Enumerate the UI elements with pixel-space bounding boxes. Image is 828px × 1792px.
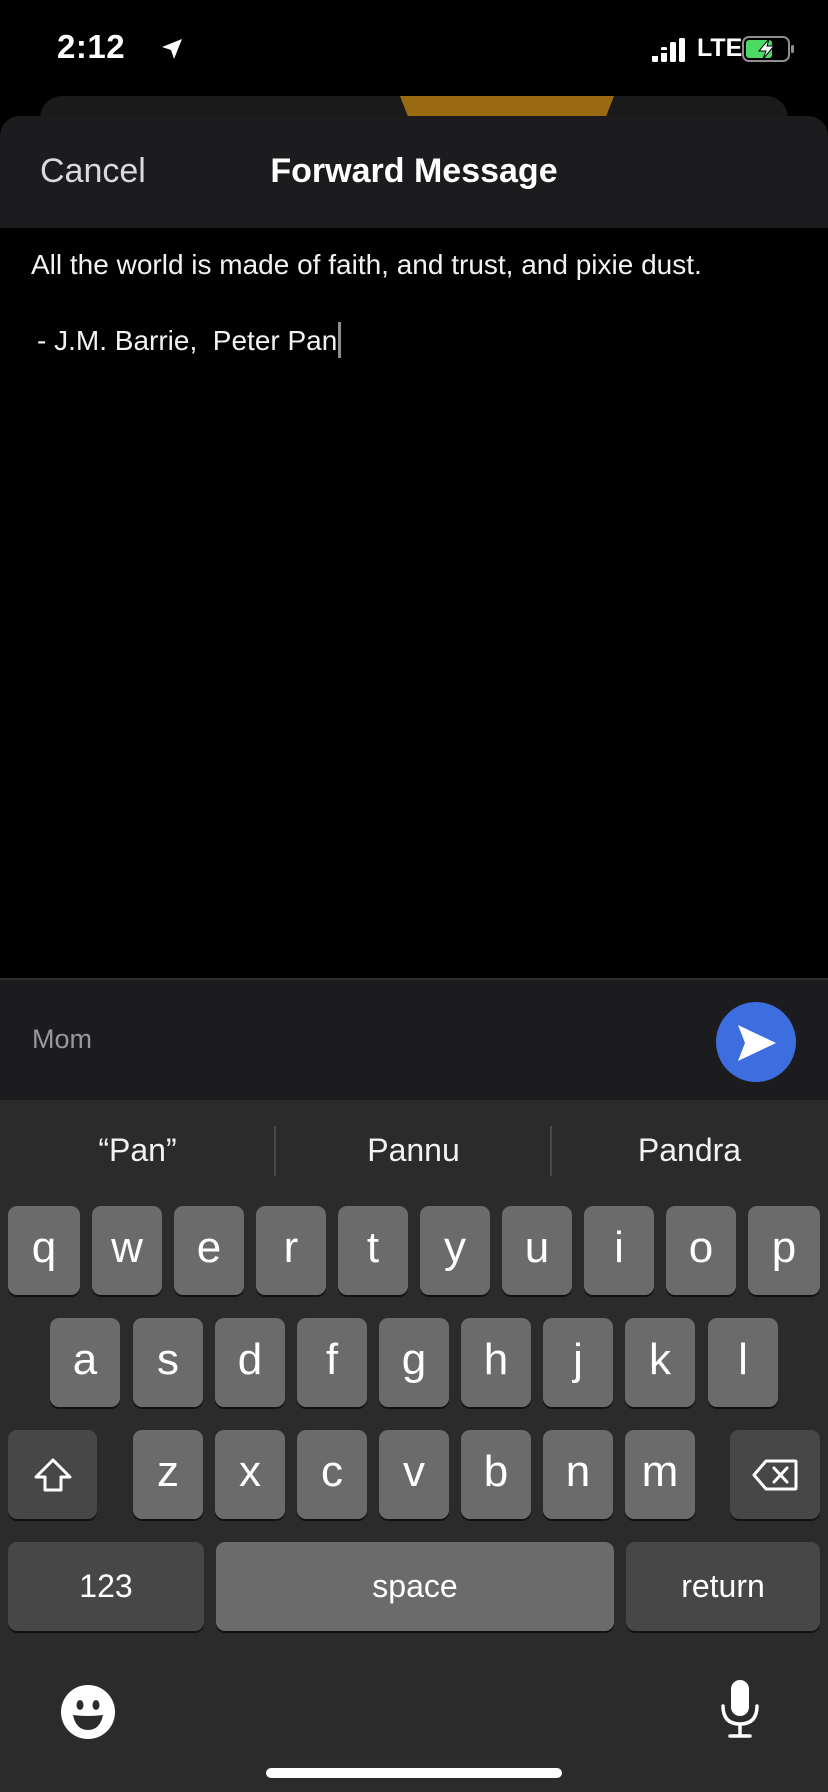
key-z[interactable]: z (133, 1430, 203, 1519)
key-n[interactable]: n (543, 1430, 613, 1519)
key-b[interactable]: b (461, 1430, 531, 1519)
recipient-name[interactable]: Mom (32, 1024, 92, 1055)
key-h[interactable]: h (461, 1318, 531, 1407)
key-k[interactable]: k (625, 1318, 695, 1407)
page-title: Forward Message (270, 152, 558, 190)
emoji-icon[interactable] (60, 1684, 116, 1740)
send-arrow-icon (738, 1025, 776, 1061)
key-r[interactable]: r (256, 1206, 326, 1295)
recipient-bar: Mom (0, 978, 828, 1102)
backspace-icon (752, 1459, 798, 1490)
numbers-key[interactable]: 123 (8, 1542, 204, 1631)
key-o[interactable]: o (666, 1206, 736, 1295)
sheet-header: Cancel Forward Message (0, 116, 828, 228)
key-w[interactable]: w (92, 1206, 162, 1295)
key-c[interactable]: c (297, 1430, 367, 1519)
microphone-icon[interactable] (718, 1678, 762, 1740)
shift-key[interactable] (8, 1430, 97, 1519)
delete-key[interactable] (730, 1430, 820, 1519)
key-p[interactable]: p (748, 1206, 820, 1295)
key-m[interactable]: m (625, 1430, 695, 1519)
shift-arrow-icon (34, 1458, 71, 1491)
key-g[interactable]: g (379, 1318, 449, 1407)
message-line: - J.M. Barrie, Peter Pan (37, 325, 338, 356)
message-attribution: - J.M. Barrie, Peter Pan (37, 322, 342, 360)
location-arrow-icon (162, 39, 182, 59)
key-f[interactable]: f (297, 1318, 367, 1407)
key-l[interactable]: l (708, 1318, 778, 1407)
cellular-signal-icon (652, 38, 685, 62)
key-d[interactable]: d (215, 1318, 285, 1407)
key-e[interactable]: e (174, 1206, 244, 1295)
suggestion-2[interactable]: Pannu (276, 1100, 551, 1200)
text-cursor (338, 322, 342, 358)
key-j[interactable]: j (543, 1318, 613, 1407)
key-u[interactable]: u (502, 1206, 572, 1295)
key-v[interactable]: v (379, 1430, 449, 1519)
key-a[interactable]: a (50, 1318, 120, 1407)
battery-charging-icon (742, 36, 794, 62)
message-line: All the world is made of faith, and trus… (31, 249, 702, 280)
suggestion-3[interactable]: Pandra (552, 1100, 827, 1200)
key-x[interactable]: x (215, 1430, 285, 1519)
status-bar: 2:12 LTE (0, 0, 828, 96)
keyboard: “Pan” Pannu Pandra q w e r t y u i o p a… (0, 1100, 828, 1792)
background-card-accent (400, 96, 614, 118)
space-key[interactable]: space (216, 1542, 614, 1631)
key-q[interactable]: q (8, 1206, 80, 1295)
return-key[interactable]: return (626, 1542, 820, 1631)
send-button[interactable] (716, 1002, 796, 1082)
suggestion-1[interactable]: “Pan” (0, 1100, 275, 1200)
key-t[interactable]: t (338, 1206, 408, 1295)
key-y[interactable]: y (420, 1206, 490, 1295)
key-s[interactable]: s (133, 1318, 203, 1407)
network-type: LTE (697, 34, 743, 62)
key-i[interactable]: i (584, 1206, 654, 1295)
status-time: 2:12 (57, 28, 126, 65)
home-indicator[interactable] (266, 1768, 562, 1778)
